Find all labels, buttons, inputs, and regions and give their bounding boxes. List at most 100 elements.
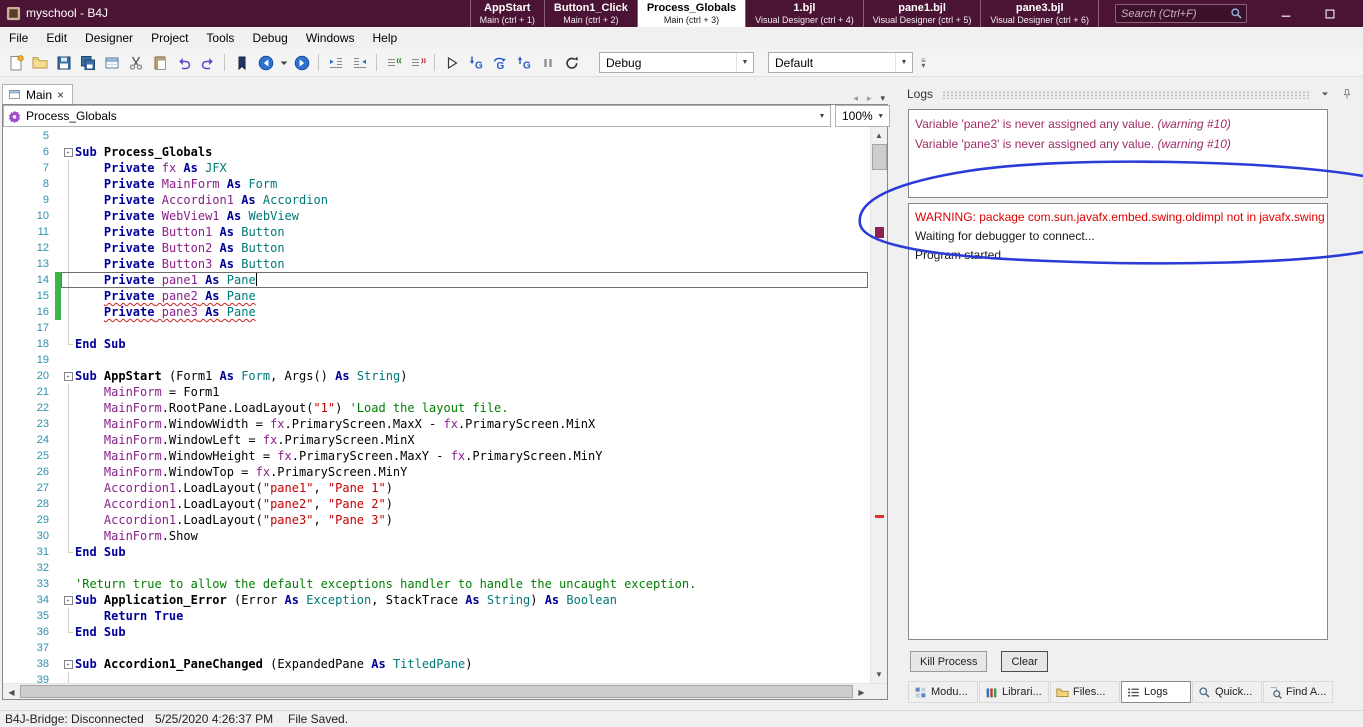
search-input[interactable]: [1121, 7, 1230, 20]
line-number[interactable]: 30: [3, 528, 55, 544]
fold-collapse-icon[interactable]: -: [63, 659, 73, 669]
code-line-27[interactable]: 27 Accordion1.LoadLayout("pane1", "Pane …: [3, 480, 870, 496]
code-editor[interactable]: 5 6- Sub Process_Globals 7 Private fx As JF…: [3, 127, 887, 683]
line-number[interactable]: 32: [3, 560, 55, 576]
code-line-24[interactable]: 24 MainForm.WindowLeft = fx.PrimaryScree…: [3, 432, 870, 448]
line-number[interactable]: 24: [3, 432, 55, 448]
code-line-10[interactable]: 10 Private WebView1 As WebView: [3, 208, 870, 224]
code-line-28[interactable]: 28 Accordion1.LoadLayout("pane2", "Pane …: [3, 496, 870, 512]
line-number[interactable]: 29: [3, 512, 55, 528]
panel-tab-modu[interactable]: Modu...: [908, 681, 978, 703]
code-line-15[interactable]: 15 Private pane2 As Pane: [3, 288, 870, 304]
line-number[interactable]: 38: [3, 656, 55, 672]
indent-button[interactable]: [324, 51, 347, 74]
line-number[interactable]: 34: [3, 592, 55, 608]
titlebar-tab-1-bjl[interactable]: 1.bjl Visual Designer (ctrl + 4): [745, 0, 863, 27]
line-number[interactable]: 31: [3, 544, 55, 560]
designer-button[interactable]: [100, 51, 123, 74]
line-number[interactable]: 37: [3, 640, 55, 656]
menu-item-project[interactable]: Project: [142, 28, 197, 48]
code-line-34[interactable]: 34- Sub Application_Error (Error As Excep…: [3, 592, 870, 608]
scroll-tabs-right-icon[interactable]: ▸: [867, 93, 872, 104]
vertical-scrollbar[interactable]: ▲ ▼: [870, 127, 887, 683]
fold-collapse-icon[interactable]: -: [63, 595, 73, 605]
menu-item-designer[interactable]: Designer: [76, 28, 142, 48]
scroll-right-icon[interactable]: ▶: [853, 684, 870, 700]
line-number[interactable]: 36: [3, 624, 55, 640]
code-line-32[interactable]: 32: [3, 560, 870, 576]
line-number[interactable]: 33: [3, 576, 55, 592]
code-line-21[interactable]: 21 MainForm = Form1: [3, 384, 870, 400]
code-line-9[interactable]: 9 Private Accordion1 As Accordion: [3, 192, 870, 208]
search-icon[interactable]: [1230, 7, 1243, 20]
line-number[interactable]: 17: [3, 320, 55, 336]
nav-forward-button[interactable]: [290, 51, 313, 74]
line-number[interactable]: 11: [3, 224, 55, 240]
line-number[interactable]: 19: [3, 352, 55, 368]
undo-button[interactable]: [172, 51, 195, 74]
line-number[interactable]: 26: [3, 464, 55, 480]
log-warning-line[interactable]: Variable 'pane3' is never assigned any v…: [915, 134, 1321, 154]
code-line-5[interactable]: 5: [3, 128, 870, 144]
line-number[interactable]: 8: [3, 176, 55, 192]
code-line-33[interactable]: 33 'Return true to allow the default exce…: [3, 576, 870, 592]
menu-item-windows[interactable]: Windows: [297, 28, 364, 48]
fold-collapse-icon[interactable]: -: [63, 147, 73, 157]
step-out-button[interactable]: G: [512, 51, 535, 74]
line-number[interactable]: 9: [3, 192, 55, 208]
maximize-icon[interactable]: [1323, 7, 1337, 21]
titlebar-tab-pane1-bjl[interactable]: pane1.bjl Visual Designer (ctrl + 5): [862, 0, 981, 27]
toolbar-overflow-icon[interactable]: ≡ ▾: [921, 56, 926, 69]
code-line-38[interactable]: 38- Sub Accordion1_PaneChanged (ExpandedP…: [3, 656, 870, 672]
code-line-12[interactable]: 12 Private Button2 As Button: [3, 240, 870, 256]
outdent-button[interactable]: [348, 51, 371, 74]
scroll-down-icon[interactable]: ▼: [871, 666, 887, 683]
chevron-down-icon[interactable]: [1319, 88, 1331, 100]
code-line-6[interactable]: 6- Sub Process_Globals: [3, 144, 870, 160]
comment-button[interactable]: [382, 51, 405, 74]
code-line-11[interactable]: 11 Private Button1 As Button: [3, 224, 870, 240]
menu-item-tools[interactable]: Tools: [197, 28, 243, 48]
scroll-left-icon[interactable]: ◀: [3, 684, 20, 700]
restart-button[interactable]: [560, 51, 583, 74]
search-box[interactable]: [1115, 4, 1247, 23]
log-warning-line[interactable]: Variable 'pane2' is never assigned any v…: [915, 114, 1321, 134]
panel-tab-logs[interactable]: Logs: [1121, 681, 1191, 703]
code-line-8[interactable]: 8 Private MainForm As Form: [3, 176, 870, 192]
titlebar-tab-pane3-bjl[interactable]: pane3.bjl Visual Designer (ctrl + 6): [980, 0, 1099, 27]
horizontal-scrollbar-thumb[interactable]: [20, 685, 853, 698]
open-project-button[interactable]: [28, 51, 51, 74]
panel-tab-librari[interactable]: Librari...: [979, 681, 1049, 703]
uncomment-button[interactable]: [406, 51, 429, 74]
run-button[interactable]: [440, 51, 463, 74]
line-number[interactable]: 21: [3, 384, 55, 400]
panel-tab-quick[interactable]: Quick...: [1192, 681, 1262, 703]
line-number[interactable]: 28: [3, 496, 55, 512]
vertical-scrollbar-thumb[interactable]: [872, 144, 887, 170]
line-number[interactable]: 23: [3, 416, 55, 432]
titlebar-tab-appstart[interactable]: AppStart Main (ctrl + 1): [469, 0, 544, 27]
line-number[interactable]: 20: [3, 368, 55, 384]
line-number[interactable]: 14: [3, 272, 55, 288]
log-output-area[interactable]: WARNING: package com.sun.javafx.embed.sw…: [908, 203, 1328, 640]
cut-button[interactable]: [124, 51, 147, 74]
menu-item-help[interactable]: Help: [364, 28, 407, 48]
code-line-36[interactable]: 36 End Sub: [3, 624, 870, 640]
minimize-icon[interactable]: [1279, 7, 1293, 21]
horizontal-scrollbar[interactable]: ◀ ▶: [3, 683, 887, 699]
clear-logs-button[interactable]: Clear: [1001, 651, 1048, 672]
fold-collapse-icon[interactable]: -: [63, 371, 73, 381]
dropdown-arrow-button[interactable]: [278, 51, 289, 74]
bookmark-button[interactable]: [230, 51, 253, 74]
panel-tab-files[interactable]: Files...: [1050, 681, 1120, 703]
new-file-button[interactable]: [4, 51, 27, 74]
chevron-down-icon[interactable]: ▼: [814, 106, 830, 126]
step-into-button[interactable]: G: [464, 51, 487, 74]
menu-item-file[interactable]: File: [0, 28, 37, 48]
code-line-18[interactable]: 18 End Sub: [3, 336, 870, 352]
line-number[interactable]: 12: [3, 240, 55, 256]
code-line-17[interactable]: 17: [3, 320, 870, 336]
code-line-35[interactable]: 35 Return True: [3, 608, 870, 624]
build-config-dropdown[interactable]: Default ▼: [768, 52, 913, 73]
code-line-20[interactable]: 20- Sub AppStart (Form1 As Form, Args() A…: [3, 368, 870, 384]
